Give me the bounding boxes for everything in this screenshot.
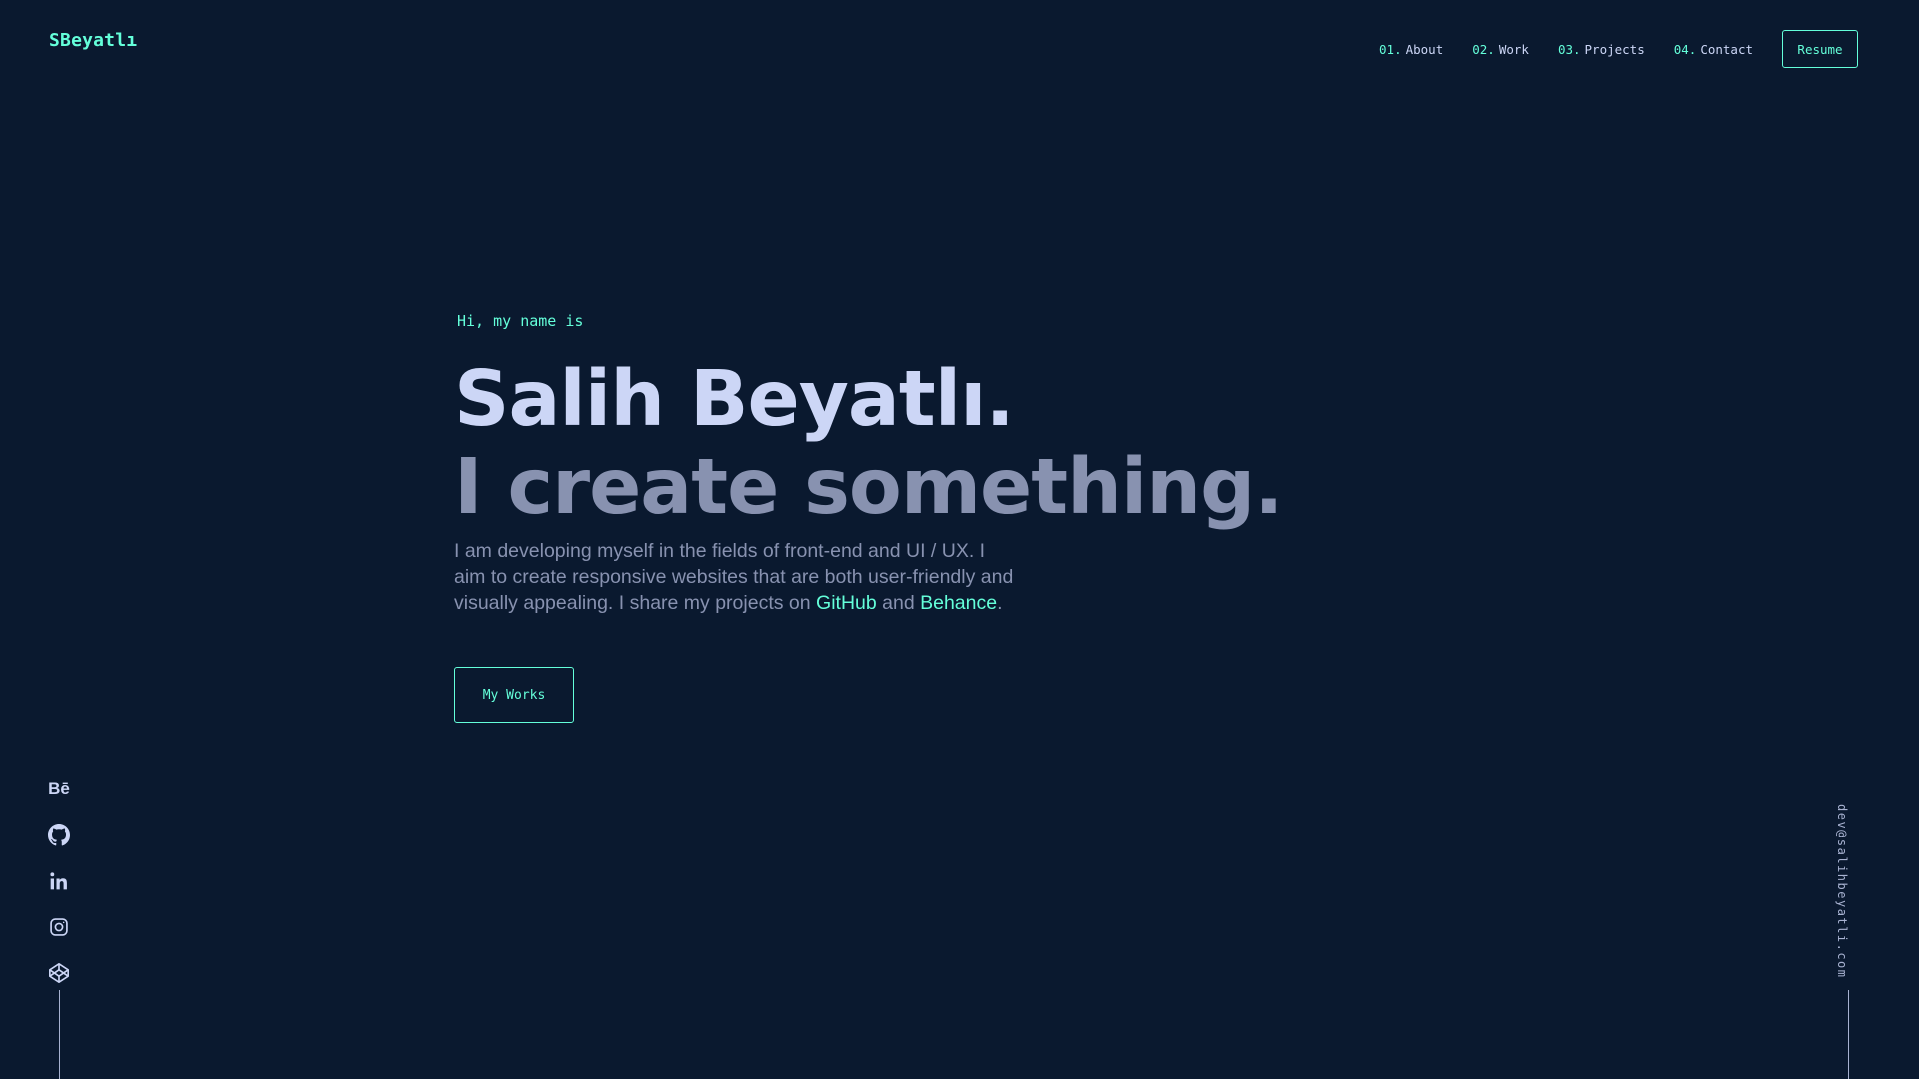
left-divider-line: [59, 990, 60, 1079]
nav-label: Projects: [1584, 41, 1645, 57]
nav-number: 03.: [1557, 41, 1581, 57]
nav-label: Work: [1498, 41, 1529, 57]
behance-link[interactable]: Behance: [920, 592, 997, 614]
nav-item-work[interactable]: 02. Work: [1472, 42, 1529, 57]
instagram-icon[interactable]: [44, 912, 74, 942]
hero-description: I am developing myself in the fields of …: [454, 538, 1014, 616]
top-nav: 01. About 02. Work 03. Projects 04. Contact …: [1379, 30, 1858, 68]
nav-item-contact[interactable]: 04. Contact: [1674, 42, 1753, 57]
nav-label: Contact: [1700, 41, 1753, 57]
hero-section: Hi, my name is Salih Beyatlı. I create s…: [454, 312, 1284, 723]
nav-number: 04.: [1673, 41, 1697, 57]
codepen-icon[interactable]: [44, 958, 74, 988]
my-works-button[interactable]: My Works: [454, 667, 574, 723]
email-link[interactable]: dev@salihbeyatli.com: [1835, 804, 1849, 979]
behance-icon[interactable]: Bē: [44, 774, 74, 804]
hero-greeting: Hi, my name is: [457, 312, 584, 330]
resume-button[interactable]: Resume: [1782, 30, 1858, 68]
nav-label: About: [1405, 41, 1444, 57]
page: SBeyatlı 01. About 02. Work 03. Projects 04…: [0, 0, 1919, 1079]
hero-tagline: I create something.: [454, 443, 1284, 532]
nav-item-about[interactable]: 01. About: [1379, 42, 1443, 57]
linkedin-icon[interactable]: [44, 866, 74, 896]
right-divider-line: [1848, 990, 1849, 1079]
social-links: Bē: [44, 774, 74, 1004]
github-icon[interactable]: [44, 820, 74, 850]
hero-name: Salih Beyatlı.: [454, 355, 1015, 444]
site-logo[interactable]: SBeyatlı: [49, 30, 137, 51]
nav-item-projects[interactable]: 03. Projects: [1558, 42, 1645, 57]
behance-icon-text: Bē: [48, 779, 70, 798]
nav-number: 01.: [1379, 41, 1402, 57]
description-text: .: [997, 592, 1003, 614]
github-link[interactable]: GitHub: [816, 592, 877, 614]
description-text: and: [876, 592, 921, 614]
nav-number: 02.: [1472, 41, 1495, 57]
